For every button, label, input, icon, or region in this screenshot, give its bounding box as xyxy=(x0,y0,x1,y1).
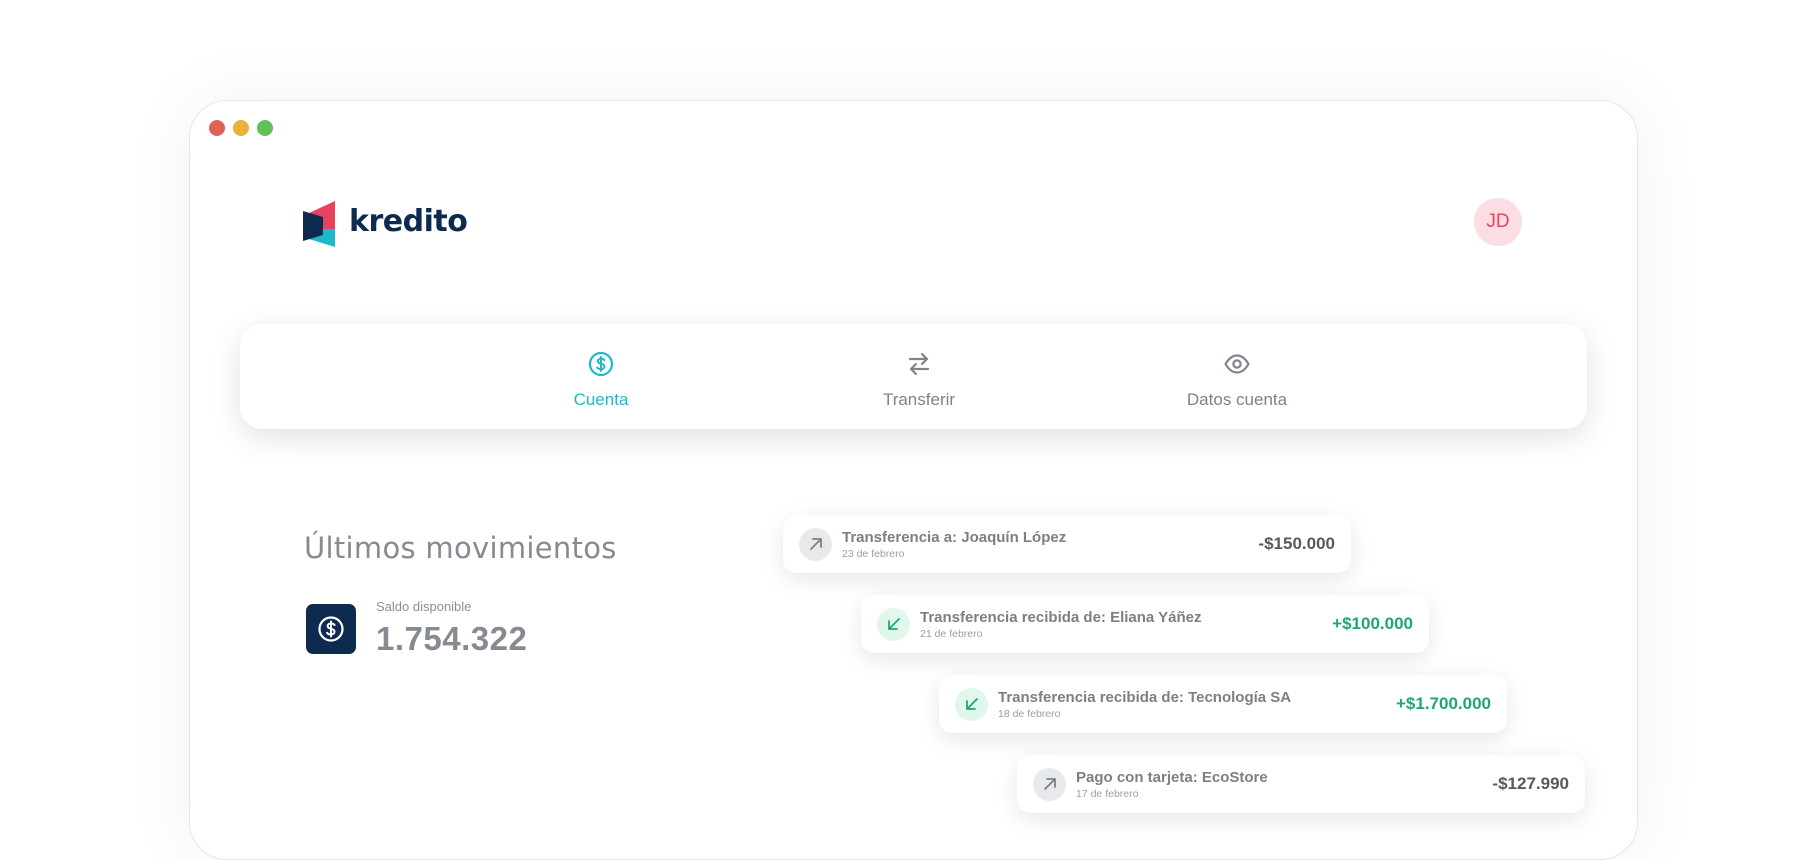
transaction-amount: -$150.000 xyxy=(1258,534,1335,553)
transaction-title: Pago con tarjeta: EcoStore xyxy=(1076,768,1268,786)
dollar-circle-icon xyxy=(588,351,614,377)
eye-icon xyxy=(1224,354,1250,374)
minimize-window-button[interactable] xyxy=(233,120,249,136)
transaction-amount: +$100.000 xyxy=(1332,614,1413,633)
close-window-button[interactable] xyxy=(209,120,225,136)
tab-datos-cuenta[interactable]: Datos cuenta xyxy=(1137,350,1337,410)
tab-transferir[interactable]: Transferir xyxy=(819,350,1019,410)
tab-label: Cuenta xyxy=(573,390,629,409)
transaction-date: 17 de febrero xyxy=(1076,787,1139,800)
transaction-date: 18 de febrero xyxy=(998,707,1061,720)
tab-cuenta[interactable]: Cuenta xyxy=(501,350,701,410)
incoming-arrow-icon xyxy=(955,687,988,721)
transfer-arrows-icon xyxy=(908,352,930,376)
balance-label: Saldo disponible xyxy=(376,599,472,614)
maximize-window-button[interactable] xyxy=(257,120,273,136)
balance-summary: Saldo disponible 1.754.322 xyxy=(306,599,527,658)
transaction-amount: -$127.990 xyxy=(1492,774,1569,793)
app-window: kredito JD Cuenta Transferir Datos cuent… xyxy=(189,100,1638,860)
dollar-circle-icon xyxy=(318,615,344,642)
outgoing-arrow-icon xyxy=(1033,767,1066,801)
transaction-title: Transferencia recibida de: Eliana Yáñez xyxy=(920,608,1202,626)
transaction-amount: +$1.700.000 xyxy=(1395,694,1491,713)
brand-name: kredito xyxy=(349,203,468,239)
balance-icon-box xyxy=(306,603,356,654)
window-controls xyxy=(209,120,273,136)
transaction-item[interactable]: Transferencia recibida de: Eliana Yáñez … xyxy=(861,595,1429,653)
transaction-item[interactable]: Pago con tarjeta: EcoStore 17 de febrero… xyxy=(1017,755,1585,813)
brand-logo[interactable]: kredito xyxy=(303,195,468,247)
kredito-logo-icon xyxy=(303,201,335,247)
transaction-title: Transferencia recibida de: Tecnología SA xyxy=(998,688,1292,706)
main-tab-bar: Cuenta Transferir Datos cuenta xyxy=(240,324,1587,429)
outgoing-arrow-icon xyxy=(799,527,832,561)
user-avatar[interactable]: JD xyxy=(1474,198,1522,246)
transaction-date: 21 de febrero xyxy=(920,627,983,640)
transaction-item[interactable]: Transferencia recibida de: Tecnología SA… xyxy=(939,675,1507,733)
transaction-date: 23 de febrero xyxy=(842,547,905,560)
transaction-title: Transferencia a: Joaquín López xyxy=(842,528,1067,546)
tab-label: Datos cuenta xyxy=(1186,390,1288,409)
balance-value: 1.754.322 xyxy=(376,620,528,657)
tab-label: Transferir xyxy=(882,390,956,409)
section-title: Últimos movimientos xyxy=(304,531,617,565)
incoming-arrow-icon xyxy=(877,607,910,641)
transaction-item[interactable]: Transferencia a: Joaquín López 23 de feb… xyxy=(783,515,1351,573)
